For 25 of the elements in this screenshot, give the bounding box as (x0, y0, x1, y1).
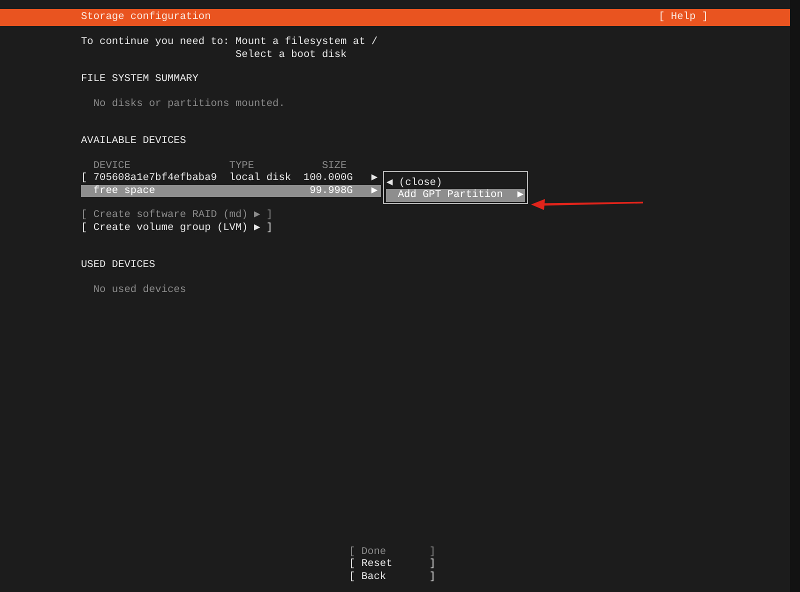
device-row[interactable]: [ 705608a1e7bf4efbaba9 local disk 100.000G ▶ (81, 172, 381, 184)
row-arrow: ▶ (371, 172, 378, 184)
column-header: SIZE (322, 160, 347, 172)
device-type: local disk (229, 172, 292, 184)
requirement-text: Select a boot disk (235, 48, 348, 61)
device-name: free space (93, 184, 156, 196)
column-header: DEVICE (93, 160, 130, 172)
requirement-text: Mount a filesystem at / (235, 36, 378, 48)
section-heading: AVAILABLE DEVICES (81, 135, 186, 147)
screen-title: Storage configuration (81, 11, 211, 24)
row-arrow: ▶ (371, 184, 378, 196)
section-heading: USED DEVICES (81, 259, 156, 271)
footer-button[interactable]: [ Reset ] (349, 558, 436, 570)
column-header: TYPE (229, 160, 254, 172)
menu-item[interactable]: ◀ (close) (386, 176, 525, 189)
footer-button[interactable]: [ Back ] (349, 570, 436, 583)
requirements-label: To continue you need to: (81, 36, 230, 50)
empty-message: No used devices (93, 284, 186, 296)
action-button[interactable]: [ Create volume group (LVM) ▶ ] (81, 222, 273, 234)
empty-message: No disks or partitions mounted. (93, 98, 285, 110)
section-heading: FILE SYSTEM SUMMARY (81, 73, 198, 85)
device-name: 705608a1e7bf4efbaba9 (93, 172, 217, 184)
device-size: 100.000G (303, 172, 353, 184)
row-bracket: [ (81, 172, 88, 184)
device-size: 99.998G (310, 184, 353, 196)
